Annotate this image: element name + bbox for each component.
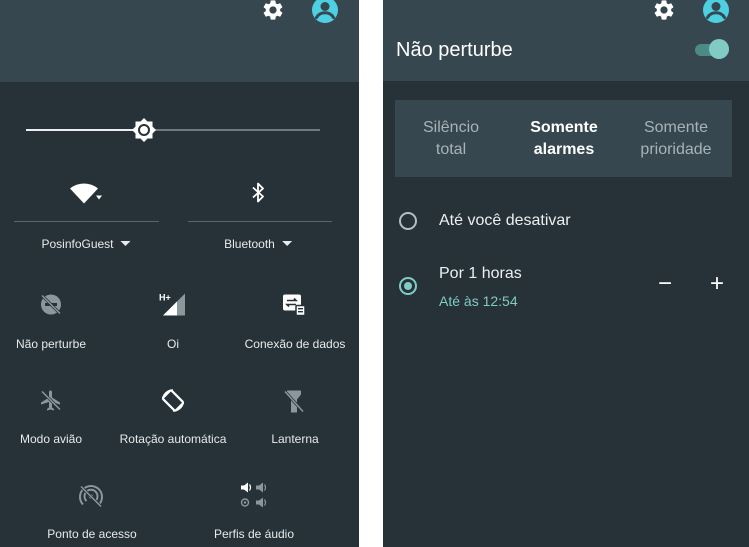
mode-line2: prioridade [640, 140, 712, 158]
mode-line2: alarmes [533, 140, 595, 158]
account-icon[interactable] [311, 0, 339, 29]
quick-settings-panel: PosinfoGuest Bluetooth Não perturbe H+ O… [0, 0, 359, 547]
mode-line1: Somente [530, 118, 598, 136]
airplane-icon [39, 389, 63, 418]
option-end-time: Até às 12:54 [439, 293, 518, 309]
bluetooth-dropdown[interactable]: Bluetooth [224, 237, 292, 251]
network-badge: H+ [159, 293, 171, 303]
settings-gear-icon[interactable] [261, 0, 285, 27]
tile-label: Oi [167, 337, 179, 351]
brightness-thumb-icon[interactable] [131, 117, 157, 148]
wifi-dropdown-caret-icon [120, 241, 131, 246]
tile-label: Rotação automática [119, 432, 227, 446]
tile-label: Perfis de áudio [213, 527, 295, 541]
wifi-icon[interactable] [69, 183, 103, 210]
quick-settings-header [0, 0, 359, 82]
wifi-divider [14, 221, 159, 222]
wifi-network-label: PosinfoGuest [41, 237, 114, 251]
brightness-track-empty [143, 129, 320, 131]
option-label: Até você desativar [439, 212, 571, 229]
tile-label: Lanterna [271, 432, 319, 446]
tile-label: Modo avião [19, 432, 83, 446]
bluetooth-icon[interactable] [251, 182, 265, 209]
do-not-disturb-icon [39, 293, 63, 322]
bluetooth-label: Bluetooth [224, 237, 275, 251]
tile-label: Ponto de acesso [47, 527, 137, 541]
dnd-toggle[interactable] [695, 39, 729, 59]
mode-priority-only[interactable]: Somente prioridade [620, 100, 732, 177]
mode-total-silence[interactable]: Silêncio total [395, 100, 507, 177]
tile-label: Não perturbe [15, 337, 87, 351]
flashlight-off-icon [283, 389, 305, 420]
auto-rotate-icon [159, 387, 187, 420]
radio-button[interactable] [399, 212, 417, 230]
tile-label: Conexão de dados [244, 337, 346, 351]
hotspot-icon [78, 484, 104, 515]
mode-line1: Silêncio [422, 118, 480, 136]
account-icon[interactable] [702, 0, 730, 29]
data-connection-icon [281, 293, 307, 322]
dnd-mode-selector: Silêncio total Somente alarmes Somente prio… [395, 100, 732, 177]
dnd-toggle-thumb [709, 39, 729, 59]
radio-button-selected[interactable] [399, 277, 417, 295]
bluetooth-dropdown-caret-icon [281, 241, 292, 246]
settings-gear-icon[interactable] [652, 0, 676, 27]
mode-line2: total [435, 140, 467, 158]
decrease-duration-button[interactable]: − [658, 270, 672, 298]
option-label: Por 1 horas [439, 265, 522, 282]
do-not-disturb-panel: Não perturbe Silêncio total Somente alarme… [383, 0, 749, 547]
increase-duration-button[interactable]: + [710, 270, 724, 298]
mode-alarms-only[interactable]: Somente alarmes [508, 100, 620, 177]
bluetooth-divider [188, 221, 332, 222]
audio-profiles-icon [239, 482, 269, 515]
brightness-track-filled [26, 129, 144, 131]
cell-signal-hplus-icon: H+ [159, 292, 187, 323]
wifi-dropdown[interactable]: PosinfoGuest [41, 237, 131, 251]
dnd-title: Não perturbe [396, 39, 513, 61]
mode-line1: Somente [643, 118, 709, 136]
dnd-header: Não perturbe [383, 0, 749, 81]
